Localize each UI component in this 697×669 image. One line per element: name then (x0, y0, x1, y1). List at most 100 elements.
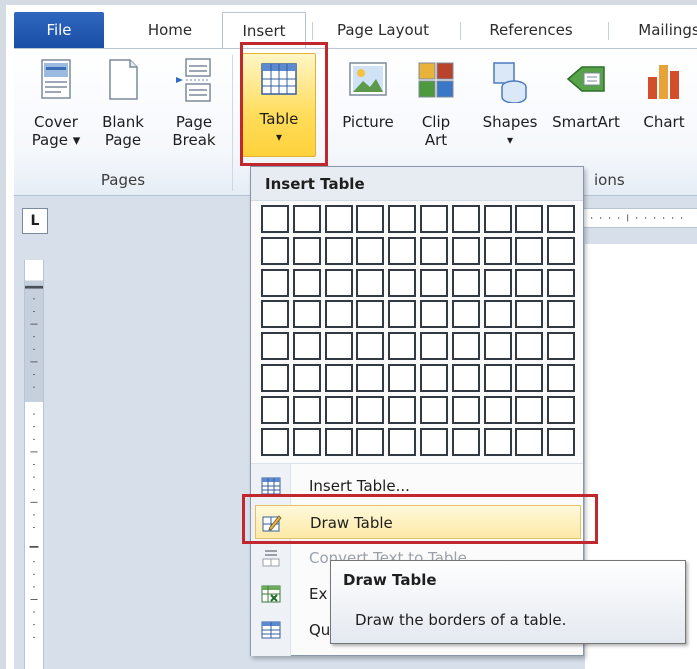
grid-cell[interactable] (388, 236, 417, 265)
grid-cell[interactable] (388, 364, 417, 392)
grid-cell[interactable] (515, 236, 544, 265)
page-break-icon (176, 58, 211, 102)
grid-cell[interactable] (261, 300, 289, 329)
grid-cell[interactable] (515, 205, 544, 233)
grid-cell[interactable] (420, 332, 448, 361)
cover-page-button[interactable]: Cover Page ▾ (28, 55, 84, 159)
grid-cell[interactable] (261, 395, 289, 424)
grid-cell[interactable] (292, 300, 321, 329)
grid-cell[interactable] (547, 395, 576, 424)
group-label-pages: Pages (100, 171, 146, 189)
grid-cell[interactable] (261, 364, 289, 392)
tab-mailings[interactable]: Mailings (614, 12, 697, 48)
grid-cell[interactable] (483, 395, 512, 424)
grid-cell[interactable] (547, 364, 576, 392)
grid-cell[interactable] (356, 236, 385, 265)
grid-cell[interactable] (515, 395, 544, 424)
grid-cell[interactable] (324, 364, 353, 392)
grid-cell[interactable] (547, 332, 576, 361)
tab-references[interactable]: References (468, 12, 594, 48)
grid-cell[interactable] (547, 427, 576, 456)
grid-cell[interactable] (420, 236, 448, 265)
grid-cell[interactable] (292, 205, 321, 233)
grid-cell[interactable] (261, 268, 289, 297)
grid-cell[interactable] (261, 332, 289, 361)
grid-cell[interactable] (324, 205, 353, 233)
grid-cell[interactable] (324, 427, 353, 456)
grid-cell[interactable] (547, 236, 576, 265)
grid-cell[interactable] (451, 236, 480, 265)
grid-cell[interactable] (451, 205, 480, 233)
horizontal-ruler[interactable] (580, 208, 697, 228)
grid-cell[interactable] (483, 364, 512, 392)
grid-cell[interactable] (356, 300, 385, 329)
grid-cell[interactable] (324, 268, 353, 297)
grid-cell[interactable] (356, 364, 385, 392)
grid-cell[interactable] (515, 332, 544, 361)
tab-page-layout[interactable]: Page Layout (320, 12, 446, 48)
grid-cell[interactable] (420, 364, 448, 392)
grid-cell[interactable] (324, 395, 353, 424)
grid-cell[interactable] (483, 268, 512, 297)
grid-cell[interactable] (451, 268, 480, 297)
grid-cell[interactable] (356, 395, 385, 424)
grid-cell[interactable] (483, 205, 512, 233)
grid-cell[interactable] (356, 268, 385, 297)
clip-art-button[interactable]: Clip Art (414, 55, 458, 159)
blank-page-button[interactable]: Blank Page (96, 55, 150, 159)
grid-cell[interactable] (515, 300, 544, 329)
grid-cell[interactable] (483, 427, 512, 456)
grid-cell[interactable] (292, 236, 321, 265)
grid-cell[interactable] (324, 300, 353, 329)
grid-cell[interactable] (324, 332, 353, 361)
grid-cell[interactable] (451, 364, 480, 392)
grid-cell[interactable] (388, 332, 417, 361)
grid-cell[interactable] (356, 205, 385, 233)
grid-cell[interactable] (451, 300, 480, 329)
grid-cell[interactable] (483, 332, 512, 361)
grid-cell[interactable] (292, 395, 321, 424)
grid-cell[interactable] (547, 300, 576, 329)
grid-cell[interactable] (324, 236, 353, 265)
grid-cell[interactable] (451, 427, 480, 456)
grid-cell[interactable] (292, 364, 321, 392)
grid-cell[interactable] (420, 205, 448, 233)
grid-cell[interactable] (388, 268, 417, 297)
grid-cell[interactable] (451, 395, 480, 424)
grid-cell[interactable] (547, 268, 576, 297)
grid-cell[interactable] (261, 236, 289, 265)
chart-button[interactable]: Chart (632, 55, 696, 159)
tab-home[interactable]: Home (122, 12, 218, 48)
page-break-button[interactable]: Page Break (164, 55, 224, 159)
grid-cell[interactable] (388, 427, 417, 456)
grid-cell[interactable] (420, 268, 448, 297)
table-size-grid[interactable] (261, 205, 577, 461)
grid-cell[interactable] (483, 236, 512, 265)
grid-cell[interactable] (515, 364, 544, 392)
picture-button[interactable]: Picture (334, 55, 402, 159)
grid-cell[interactable] (515, 427, 544, 456)
grid-cell[interactable] (547, 205, 576, 233)
shapes-button[interactable]: Shapes ▾ (478, 55, 542, 159)
grid-cell[interactable] (261, 427, 289, 456)
grid-cell[interactable] (515, 268, 544, 297)
convert-text-icon (262, 550, 280, 567)
grid-cell[interactable] (451, 332, 480, 361)
grid-cell[interactable] (292, 332, 321, 361)
grid-cell[interactable] (388, 395, 417, 424)
grid-cell[interactable] (420, 300, 448, 329)
grid-cell[interactable] (292, 427, 321, 456)
ruler-tab-selector[interactable]: L (22, 208, 48, 234)
grid-cell[interactable] (388, 205, 417, 233)
grid-cell[interactable] (420, 395, 448, 424)
grid-cell[interactable] (388, 300, 417, 329)
grid-cell[interactable] (356, 332, 385, 361)
smartart-button[interactable]: SmartArt (546, 55, 626, 159)
grid-cell[interactable] (356, 427, 385, 456)
grid-cell[interactable] (261, 205, 289, 233)
tab-file[interactable]: File (14, 12, 104, 48)
grid-cell[interactable] (483, 300, 512, 329)
vertical-ruler[interactable] (24, 260, 44, 669)
grid-cell[interactable] (420, 427, 448, 456)
grid-cell[interactable] (292, 268, 321, 297)
